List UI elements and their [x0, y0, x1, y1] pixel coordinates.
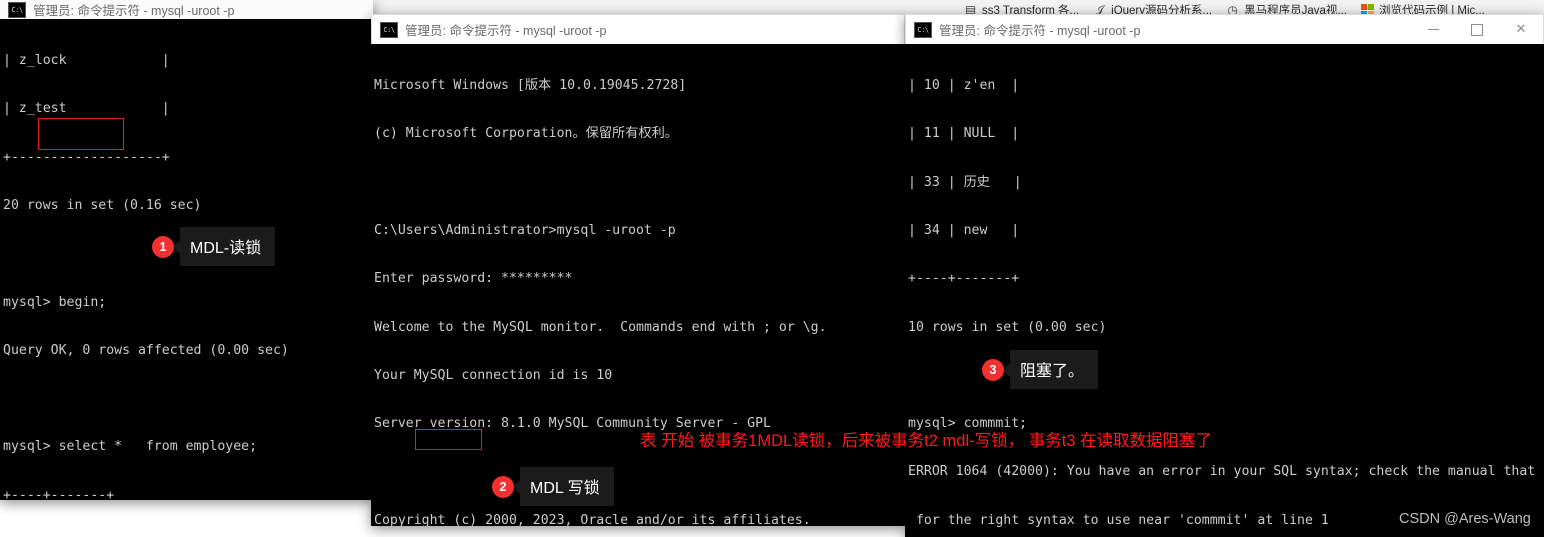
- console-line: mysql> select * from employee;: [3, 439, 258, 455]
- console-line: | 34 | new |: [908, 223, 1020, 239]
- console-line: | z_lock |: [3, 53, 170, 69]
- console-line: ERROR 1064 (42000): You have an error in…: [908, 464, 1536, 480]
- console-line: 10 rows in set (0.00 sec): [908, 319, 1107, 335]
- console-line: (c) Microsoft Corporation。保留所有权利。: [374, 126, 678, 142]
- console-line: +-------------------+: [3, 149, 170, 165]
- console-line: mysql> begin;: [3, 294, 107, 310]
- console-line: Your MySQL connection id is 10: [374, 367, 613, 383]
- cmd-icon: C:\: [914, 21, 932, 38]
- window3-titlebar[interactable]: C:\ 管理员: 命令提示符 - mysql -uroot -p ✕: [905, 14, 1544, 44]
- callout-2: 2 MDL 写锁: [492, 467, 614, 506]
- screen-root: ▤ ss3 Transform 各... 𝒥 jQuery源码分析系... ◷ …: [0, 0, 1544, 537]
- console-line: | 11 | NULL |: [908, 126, 1020, 142]
- console-line: Copyright (c) 2000, 2023, Oracle and/or …: [374, 512, 811, 526]
- window3-buttons: ✕: [1411, 15, 1543, 44]
- window1-titlebar[interactable]: C:\ 管理员: 命令提示符 - mysql -uroot -p: [0, 0, 373, 19]
- highlight-box-begin-win2: [415, 429, 482, 450]
- window3-title: 管理员: 命令提示符 - mysql -uroot -p: [939, 24, 1141, 38]
- highlight-box-begin-win1: [38, 118, 124, 150]
- window1-title: 管理员: 命令提示符 - mysql -uroot -p: [33, 4, 235, 18]
- callout-1-label: MDL-读锁: [180, 227, 276, 266]
- console-line: | z_test |: [3, 101, 170, 117]
- callout-3-number: 3: [982, 358, 1004, 381]
- console-line: 20 rows in set (0.16 sec): [3, 198, 202, 214]
- cmd-icon: C:\: [8, 1, 26, 18]
- csdn-watermark: CSDN @Ares-Wang: [1399, 511, 1531, 527]
- minimize-button[interactable]: [1411, 15, 1455, 44]
- console-line: Query OK, 0 rows affected (0.00 sec): [3, 342, 289, 358]
- console-line: +----+-------+: [3, 487, 115, 500]
- console-line: Welcome to the MySQL monitor. Commands e…: [374, 319, 827, 335]
- window3-console-output[interactable]: | 10 | z'en | | 11 | NULL | | 33 | 历史 | …: [905, 44, 1544, 537]
- callout-3-label: 阻塞了。: [1010, 350, 1099, 389]
- console-line: +----+-------+: [908, 271, 1020, 287]
- window2-titlebar[interactable]: C:\ 管理员: 命令提示符 - mysql -uroot -p: [371, 14, 905, 44]
- callout-3: 3 阻塞了。: [982, 350, 1099, 389]
- close-icon[interactable]: ✕: [1499, 15, 1543, 44]
- console-line: | 10 | z'en |: [908, 78, 1020, 94]
- callout-1: 1 MDL-读锁: [152, 227, 276, 266]
- callout-2-label: MDL 写锁: [520, 467, 614, 506]
- console-line: C:\Users\Administrator>mysql -uroot -p: [374, 223, 676, 239]
- red-annotation-note: 表 开始 被事务1MDL读锁，后来被事务t2 mdl-写锁， 事务t3 在读取数…: [640, 432, 1213, 450]
- callout-2-number: 2: [492, 475, 514, 498]
- window2-title: 管理员: 命令提示符 - mysql -uroot -p: [405, 24, 607, 38]
- cmd-icon: C:\: [380, 21, 398, 38]
- maximize-button[interactable]: [1455, 15, 1499, 44]
- console-line: | 33 | 历史 |: [908, 174, 1022, 190]
- callout-1-number: 1: [152, 235, 174, 258]
- console-window-3[interactable]: C:\ 管理员: 命令提示符 - mysql -uroot -p ✕ | 10 …: [905, 14, 1544, 537]
- console-line: Microsoft Windows [版本 10.0.19045.2728]: [374, 78, 687, 94]
- window2-console-output[interactable]: Microsoft Windows [版本 10.0.19045.2728] (…: [371, 44, 905, 526]
- console-line: Enter password: *********: [374, 271, 573, 287]
